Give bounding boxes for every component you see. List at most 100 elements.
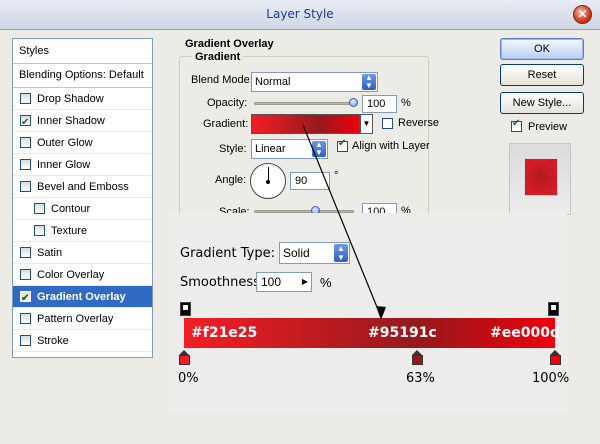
smoothness-label: Smoothness:	[180, 275, 265, 290]
style-item-label: Satin	[37, 246, 63, 259]
reverse-checkbox[interactable]	[382, 118, 393, 129]
color-stop-marker[interactable]	[178, 350, 190, 365]
preview-checkbox[interactable]	[511, 118, 522, 132]
style-checkbox[interactable]	[20, 335, 31, 346]
opacity-input[interactable]: 100	[362, 95, 397, 113]
updown-icon: ▲ ▼	[334, 244, 348, 262]
style-checkbox[interactable]	[20, 269, 31, 280]
window-title: Layer Style	[266, 7, 334, 21]
style-item-outer-glow[interactable]: Outer Glow	[13, 132, 152, 154]
style-item-label: Inner Glow	[37, 158, 91, 171]
gradient-type-select[interactable]: Solid ▲ ▼	[279, 242, 350, 264]
styles-list: Styles Blending Options: Default Drop Sh…	[12, 38, 153, 358]
style-checkbox[interactable]	[20, 159, 31, 170]
style-item-color-overlay[interactable]: Color Overlay	[13, 264, 152, 286]
align-with-layer-checkbox[interactable]	[337, 138, 348, 152]
style-item-label: Outer Glow	[37, 136, 93, 149]
opacity-slider[interactable]	[254, 102, 354, 105]
style-item-inner-shadow[interactable]: Inner Shadow	[13, 110, 152, 134]
style-checkbox[interactable]	[20, 137, 31, 148]
style-item-drop-shadow[interactable]: Drop Shadow	[13, 88, 152, 110]
style-item-label: Gradient Overlay	[37, 290, 126, 303]
style-item-label: Contour	[51, 202, 91, 215]
stop-percent-right: 100%	[532, 371, 570, 386]
style-item-label: Bevel and Emboss	[37, 180, 129, 193]
gradient-type-value: Solid	[283, 246, 310, 260]
style-checkbox[interactable]	[34, 225, 45, 236]
style-item-inner-glow[interactable]: Inner Glow	[13, 154, 152, 176]
close-icon: ✕	[577, 7, 588, 21]
stop-hex-left: #f21e25	[191, 325, 258, 341]
style-checkbox[interactable]	[20, 313, 31, 324]
smoothness-value: 100	[261, 275, 282, 289]
gradient-dropdown-button[interactable]: ▼	[360, 114, 373, 134]
style-item-label: Stroke	[37, 334, 69, 347]
style-select[interactable]: Linear ▲ ▼	[251, 139, 328, 159]
style-item-contour[interactable]: Contour	[13, 198, 152, 220]
angle-dial[interactable]	[250, 163, 286, 199]
blend-mode-label: Blend Mode:	[191, 74, 253, 86]
new-style-button[interactable]: New Style...	[500, 92, 584, 114]
preview-label[interactable]: Preview	[528, 121, 567, 133]
style-item-bevel-and-emboss[interactable]: Bevel and Emboss	[13, 176, 152, 198]
updown-icon: ▲ ▼	[312, 141, 326, 157]
stop-percent-middle: 63%	[406, 371, 435, 386]
style-label: Style:	[219, 143, 247, 155]
style-item-gradient-overlay[interactable]: Gradient Overlay	[13, 286, 152, 310]
stop-color-swatch	[412, 355, 424, 365]
color-stop-marker[interactable]	[412, 350, 424, 365]
style-checkbox[interactable]	[20, 247, 31, 258]
gradient-type-label: Gradient Type:	[180, 246, 275, 261]
styles-header[interactable]: Styles	[13, 39, 152, 64]
style-items: Drop Shadow Inner Shadow Outer Glow Inner G…	[13, 88, 152, 352]
smoothness-input[interactable]: 100 ▶	[256, 272, 312, 292]
gradient-swatch[interactable]	[251, 114, 360, 134]
style-item-satin[interactable]: Satin	[13, 242, 152, 264]
title-bar: Layer Style ✕	[0, 0, 600, 30]
style-item-label: Pattern Overlay	[37, 312, 114, 325]
style-checkbox[interactable]	[20, 112, 31, 134]
opacity-label: Opacity:	[207, 97, 248, 109]
ok-button[interactable]: OK	[500, 38, 584, 60]
style-checkbox[interactable]	[20, 288, 31, 310]
style-item-label: Inner Shadow	[37, 114, 105, 127]
section-title: Gradient Overlay	[185, 38, 274, 50]
style-item-label: Texture	[51, 224, 88, 237]
reverse-label[interactable]: Reverse	[398, 117, 439, 129]
angle-unit: °	[334, 170, 339, 182]
style-item-stroke[interactable]: Stroke	[13, 330, 152, 352]
style-item-label: Color Overlay	[37, 268, 105, 281]
stop-hex-middle: #95191c	[368, 325, 437, 341]
chevron-down-icon: ▼	[362, 119, 371, 128]
style-item-texture[interactable]: Texture	[13, 220, 152, 242]
gradient-group-title: Gradient	[192, 51, 244, 63]
blend-mode-select[interactable]: Normal ▲ ▼	[251, 72, 378, 92]
angle-center-dot	[266, 180, 270, 184]
stop-percent-left: 0%	[178, 371, 199, 386]
preview-thumbnail	[509, 143, 571, 215]
stop-hex-right: #ee000d	[490, 325, 560, 341]
gradient-label: Gradient:	[203, 118, 249, 130]
close-button[interactable]: ✕	[573, 5, 592, 24]
stop-color-swatch	[549, 355, 561, 365]
updown-icon: ▲ ▼	[362, 74, 376, 90]
stop-color-swatch	[178, 355, 190, 365]
reset-button[interactable]: Reset	[500, 64, 584, 86]
align-with-layer-label[interactable]: Align with Layer	[352, 140, 430, 152]
style-item-pattern-overlay[interactable]: Pattern Overlay	[13, 308, 152, 330]
opacity-slider-thumb[interactable]	[349, 98, 358, 107]
style-checkbox[interactable]	[34, 203, 45, 214]
chevron-right-icon: ▶	[301, 277, 308, 286]
blend-mode-value: Normal	[255, 76, 291, 88]
style-checkbox[interactable]	[20, 93, 31, 104]
blending-options-item[interactable]: Blending Options: Default	[13, 64, 152, 88]
angle-label: Angle:	[215, 174, 247, 186]
angle-input[interactable]: 90	[290, 172, 330, 190]
smoothness-unit: %	[320, 275, 332, 290]
color-stop-marker[interactable]	[549, 350, 561, 365]
preview-swatch	[524, 158, 558, 196]
opacity-stop-right[interactable]	[548, 302, 559, 316]
opacity-stop-left[interactable]	[180, 302, 191, 316]
style-checkbox[interactable]	[20, 181, 31, 192]
style-item-label: Drop Shadow	[37, 92, 104, 105]
